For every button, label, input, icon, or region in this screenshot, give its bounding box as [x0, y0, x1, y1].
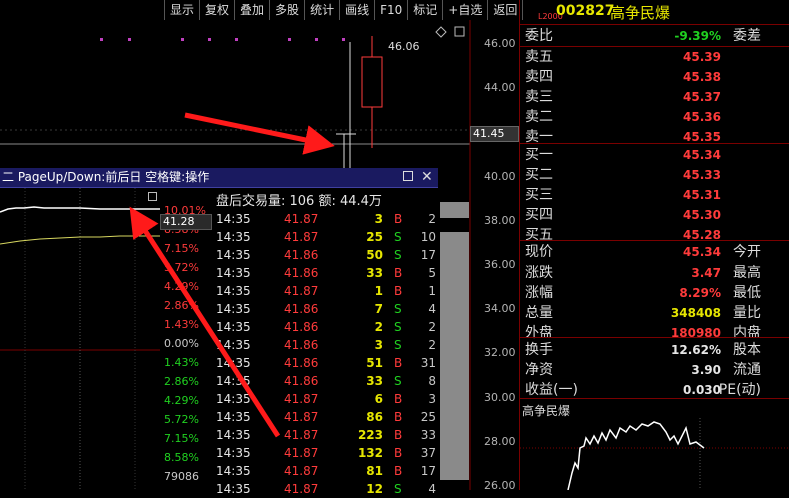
arrow-to-chart — [129, 206, 281, 438]
arrow-to-candle — [184, 112, 335, 155]
annotation-arrows — [129, 112, 335, 438]
